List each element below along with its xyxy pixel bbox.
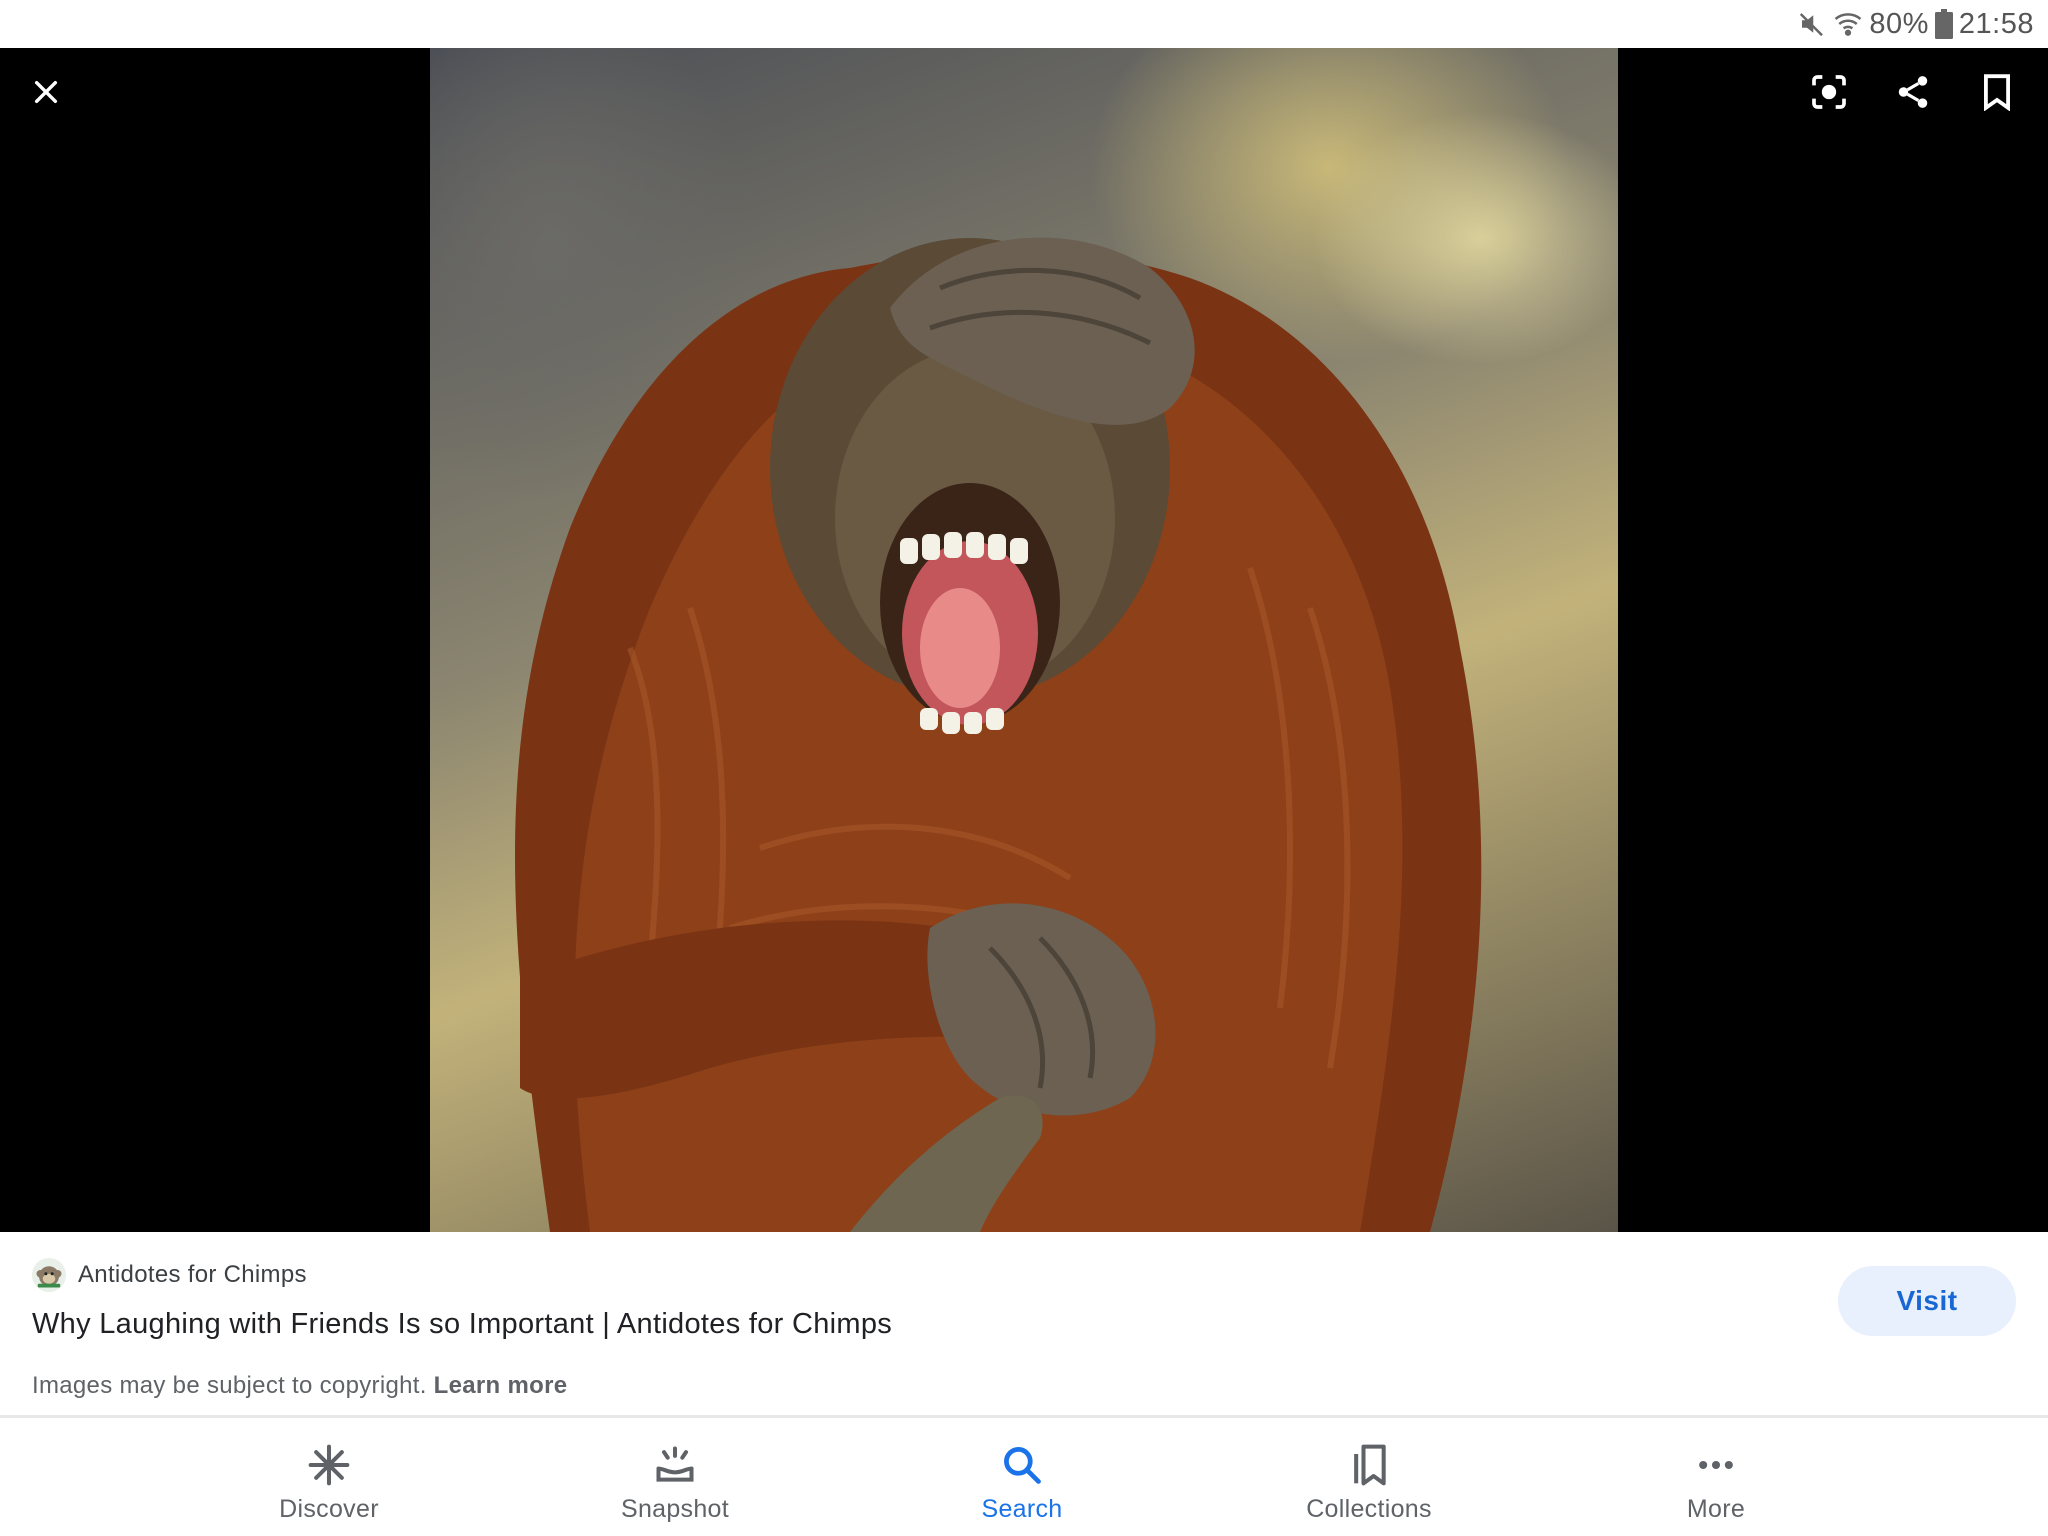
bookmark-icon — [1980, 73, 2014, 116]
visit-button[interactable]: Visit — [1838, 1266, 2016, 1336]
nav-discover[interactable]: Discover — [209, 1421, 449, 1536]
share-icon — [1894, 73, 1932, 116]
nav-label-collections: Collections — [1306, 1495, 1432, 1523]
share-button[interactable] — [1881, 62, 1945, 126]
snapshot-icon — [653, 1441, 697, 1489]
nav-more[interactable]: More — [1596, 1421, 1836, 1536]
lens-icon — [1809, 72, 1849, 117]
source-name: Antidotes for Chimps — [78, 1261, 307, 1288]
close-icon — [30, 76, 62, 113]
battery-icon — [1934, 9, 1953, 39]
nav-label-snapshot: Snapshot — [620, 1495, 730, 1523]
save-button[interactable] — [1965, 62, 2029, 126]
result-title[interactable]: Why Laughing with Friends Is so Importan… — [32, 1308, 892, 1341]
result-image[interactable] — [430, 48, 1618, 1232]
nav-label-discover: Discover — [279, 1495, 379, 1523]
mute-icon — [1797, 9, 1827, 39]
nav-label-more: More — [1686, 1495, 1746, 1523]
asterisk-icon — [307, 1441, 351, 1489]
clock: 21:58 — [1958, 7, 2034, 40]
lens-button[interactable] — [1797, 62, 1861, 126]
collections-icon — [1347, 1441, 1391, 1489]
more-icon — [1694, 1441, 1738, 1489]
search-icon — [1000, 1441, 1044, 1489]
status-bar: 80% 21:58 — [0, 0, 2048, 48]
result-info-panel: Antidotes for Chimps Why Laughing with F… — [0, 1232, 2048, 1418]
nav-label-search: Search — [981, 1495, 1063, 1523]
wifi-icon — [1833, 9, 1863, 39]
battery-percent: 80% — [1869, 7, 1929, 40]
bottom-navigation: Discover Snapshot Search Collections Mor… — [0, 1421, 2048, 1536]
learn-more-link[interactable]: Learn more — [434, 1372, 568, 1399]
copyright-text: Images may be subject to copyright. — [32, 1372, 427, 1399]
image-viewer — [0, 48, 2048, 1232]
close-button[interactable] — [14, 62, 78, 126]
nav-snapshot[interactable]: Snapshot — [555, 1421, 795, 1536]
source-logo-icon — [32, 1258, 66, 1292]
source-row[interactable]: Antidotes for Chimps — [32, 1258, 307, 1292]
copyright-notice: Images may be subject to copyright. Lear… — [32, 1372, 567, 1400]
nav-collections[interactable]: Collections — [1249, 1421, 1489, 1536]
nav-search[interactable]: Search — [902, 1421, 1142, 1536]
